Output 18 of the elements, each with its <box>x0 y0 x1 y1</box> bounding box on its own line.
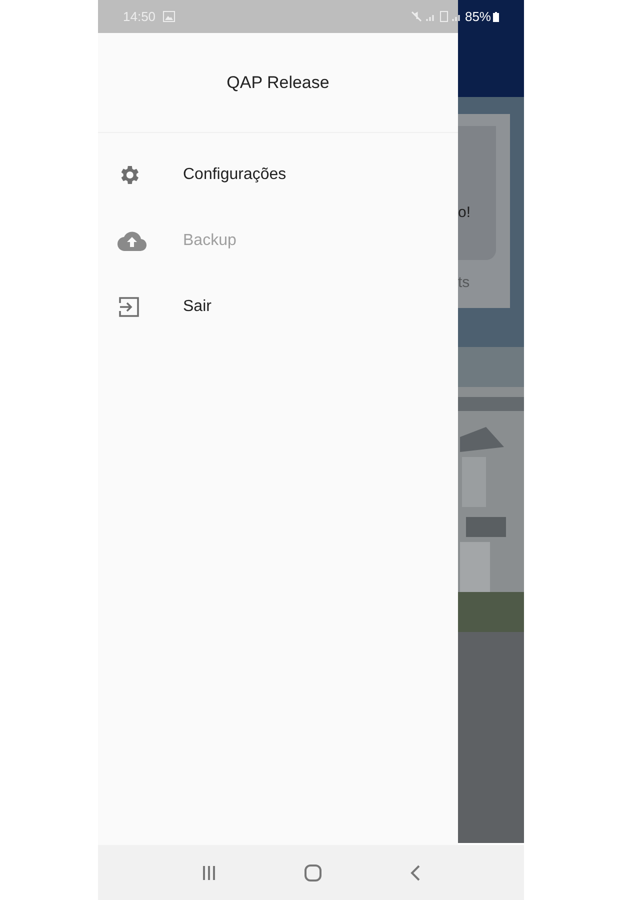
battery-percentage: 85% <box>464 8 491 26</box>
image-icon <box>162 11 175 22</box>
recent-apps-icon[interactable] <box>201 864 218 880</box>
drawer-title: QAP Release <box>226 72 330 94</box>
card-text: o! <box>458 203 471 223</box>
exit-icon <box>117 295 141 319</box>
drawer-item[interactable]: Sair <box>98 274 458 340</box>
drawer-item[interactable]: Configurações <box>98 142 458 208</box>
drawer-item-label: Sair <box>183 297 212 317</box>
battery-icon <box>493 12 499 22</box>
home-icon[interactable] <box>304 864 322 882</box>
mute-icon <box>410 11 422 22</box>
drawer-item-label: Configurações <box>183 165 286 185</box>
sim-icon <box>440 11 448 22</box>
cloud-upload-icon <box>117 229 147 253</box>
card-text: ts <box>458 273 470 293</box>
back-icon[interactable] <box>408 864 421 880</box>
drawer-item-label: Backup <box>183 231 236 251</box>
